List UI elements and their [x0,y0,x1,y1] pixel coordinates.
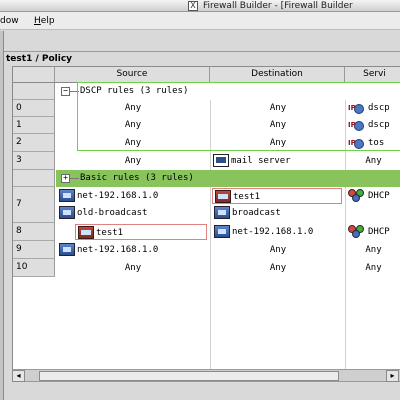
row-header[interactable]: 2 [13,134,55,152]
rule-source[interactable]: Any [56,100,210,116]
rule-destination[interactable]: Any [211,260,345,276]
row-header[interactable]: 3 [13,152,55,170]
row-header[interactable]: 7 [13,187,55,223]
rule-source[interactable]: Any [56,260,210,276]
window-title: Firewall Builder - [Firewall Builder [203,1,353,11]
rule-service[interactable]: Any [346,242,400,258]
row-header[interactable]: 8 [13,223,55,241]
rule-source[interactable]: Any [56,135,210,151]
row-header[interactable]: 0 [13,100,55,117]
network-icon [59,206,75,219]
status-area [4,382,400,400]
collapse-icon[interactable]: − [61,87,70,96]
ip-service-icon: IP [348,101,366,114]
rule-destination-object[interactable]: net-192.168.1.0 [212,224,345,240]
row-header-group-basic[interactable] [13,170,55,187]
rule-destination[interactable]: Any [211,100,345,116]
dhcp-service-icon [348,225,366,238]
rule-destination[interactable]: mail server [211,153,345,169]
left-panel-edge [0,31,4,400]
rule-destination[interactable]: Any [211,135,345,151]
ip-service-icon: IP [348,136,366,149]
rule-source-object[interactable]: old-broadcast [57,205,207,221]
firewall-icon [215,190,231,203]
service-label: DHCP [368,227,390,237]
rule-source-object[interactable]: net-192.168.1.0 [57,188,207,204]
panel-separator [4,51,400,52]
rule-service[interactable]: IP dscp [346,100,400,116]
rule-service[interactable]: Any [346,153,400,169]
row-header[interactable]: 9 [13,241,55,259]
rule-service[interactable]: IP dscp [346,117,400,133]
horizontal-scrollbar[interactable]: ◂ ▸ [12,369,400,382]
host-icon [213,154,229,167]
row-header[interactable]: 10 [13,259,55,277]
scroll-left-icon[interactable]: ◂ [12,370,25,382]
rule-source[interactable]: Any [56,153,210,169]
rule-service[interactable]: IP tos [346,135,400,151]
object-label: broadcast [232,208,281,218]
object-label: net-192.168.1.0 [77,191,159,201]
rule-source-object[interactable]: test1 [75,224,207,240]
group-row-dscp[interactable]: − DSCP rules (3 rules) [56,83,400,100]
window-titlebar[interactable]: X Firewall Builder - [Firewall Builder [0,0,400,12]
rule-service[interactable]: Any [346,260,400,276]
service-label: dscp [368,103,390,113]
menu-help[interactable]: Help [34,15,55,27]
object-label: test1 [233,192,261,202]
dhcp-service-icon [348,189,366,202]
group-label: Basic rules (3 rules) [80,173,194,183]
tree-connector [70,91,79,92]
network-icon [214,225,230,238]
tree-connector [70,178,79,179]
firewall-icon [78,226,94,239]
object-label: net-192.168.1.0 [77,245,159,255]
column-header-source[interactable]: Source [55,67,210,83]
column-header-destination[interactable]: Destination [210,67,345,83]
rule-source[interactable]: Any [56,117,210,133]
expand-icon[interactable]: + [61,174,70,183]
group-label: DSCP rules (3 rules) [80,86,189,96]
menubar: dow Help [0,12,400,30]
ip-service-icon: IP [348,118,366,131]
service-label: dscp [368,120,390,130]
window-menu-icon[interactable]: X [188,1,198,11]
rule-destination[interactable]: Any [211,117,345,133]
service-label: tos [368,138,385,148]
scrollbar-thumb[interactable] [39,371,339,381]
object-label: mail server [231,156,291,166]
policy-panel-title: test1 / Policy [6,54,73,64]
rule-destination-object[interactable]: test1 [212,188,342,204]
network-icon [59,189,75,202]
table-corner [13,67,55,83]
column-header-service[interactable]: Servi [345,67,400,83]
rule-destination[interactable]: Any [211,242,345,258]
rule-destination-object[interactable]: broadcast [212,205,342,221]
policy-table: Source Destination Servi 0 1 2 3 7 8 9 1… [12,66,400,369]
row-header-group-dscp[interactable] [13,83,55,100]
rule-service[interactable]: DHCP [346,224,400,240]
network-icon [59,243,75,256]
scroll-right-icon[interactable]: ▸ [386,370,399,382]
service-label: DHCP [368,191,390,201]
row-header[interactable]: 1 [13,117,55,134]
object-label: old-broadcast [77,208,148,218]
network-icon [214,206,230,219]
group-row-basic[interactable]: + Basic rules (3 rules) [56,170,400,187]
object-label: net-192.168.1.0 [232,227,314,237]
menu-window[interactable]: dow [0,15,19,27]
rule-service[interactable]: DHCP [346,188,400,204]
object-label: test1 [96,228,124,238]
rule-source-object[interactable]: net-192.168.1.0 [57,242,207,258]
